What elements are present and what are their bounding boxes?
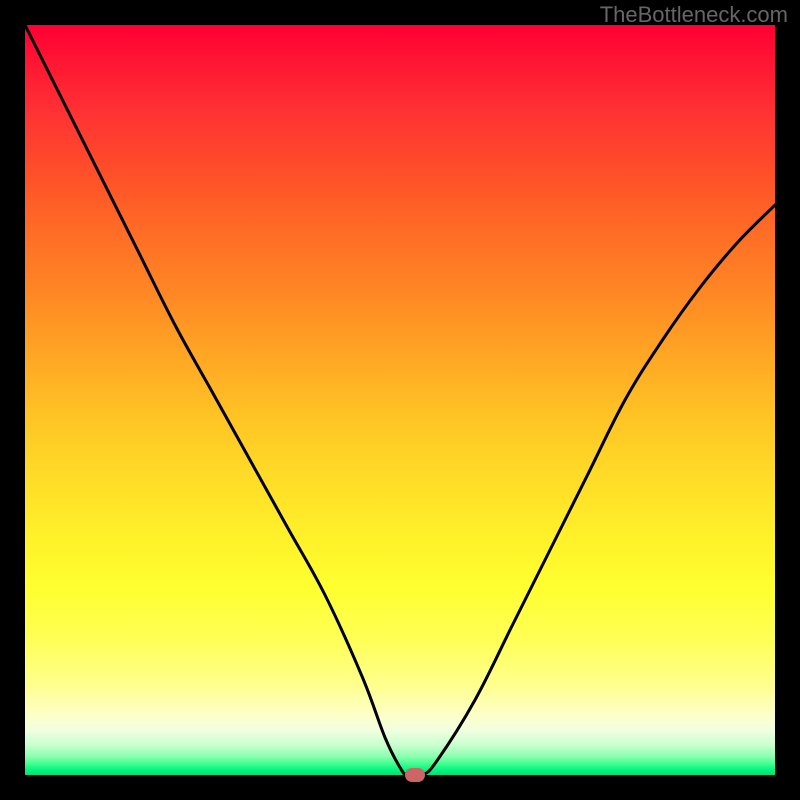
optimal-point-marker — [405, 768, 425, 782]
chart-plot-area — [25, 25, 775, 775]
bottleneck-curve — [25, 25, 775, 775]
watermark-text: TheBottleneck.com — [600, 2, 788, 28]
